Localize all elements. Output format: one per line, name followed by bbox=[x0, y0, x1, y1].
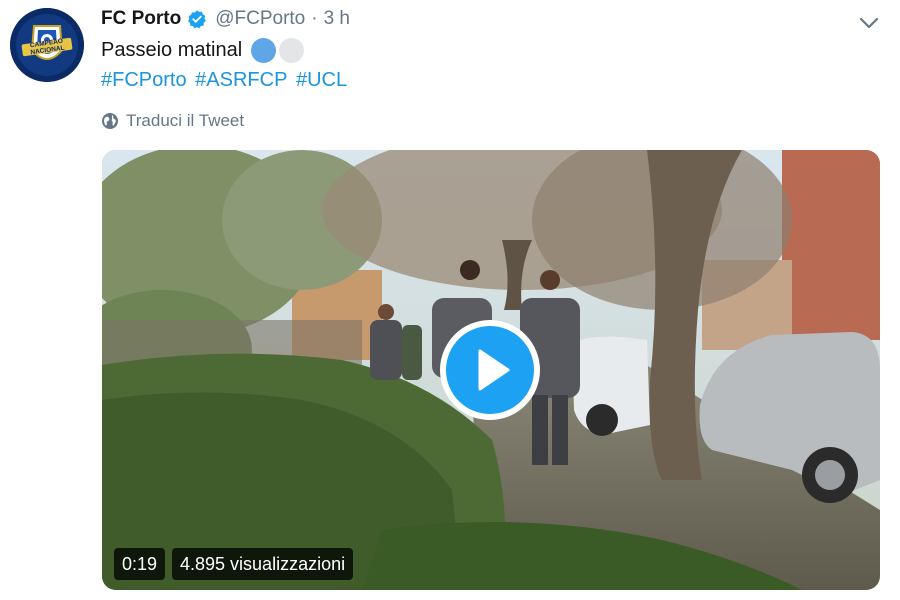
header-separator: · bbox=[311, 8, 318, 29]
hashtag-link[interactable]: #FCPorto bbox=[101, 69, 187, 91]
tweet-text: Passeio matinal bbox=[101, 38, 305, 63]
play-icon bbox=[478, 349, 510, 391]
avatar[interactable]: CAMPEÃO NACIONAL bbox=[10, 8, 84, 82]
tweet-header: FC Porto @FCPorto · 3 h bbox=[101, 6, 350, 32]
user-handle[interactable]: @FCPorto bbox=[215, 8, 305, 30]
translate-tweet-link[interactable]: Traduci il Tweet bbox=[101, 111, 244, 131]
display-name[interactable]: FC Porto bbox=[101, 8, 181, 30]
fc-porto-crest-icon: CAMPEÃO NACIONAL bbox=[10, 8, 84, 82]
play-button[interactable] bbox=[440, 320, 540, 420]
verified-badge-icon bbox=[187, 9, 207, 29]
tweet: CAMPEÃO NACIONAL FC Porto @FCPorto · 3 h… bbox=[0, 0, 900, 600]
globe-icon bbox=[102, 113, 118, 129]
timestamp[interactable]: 3 h bbox=[324, 8, 350, 30]
tweet-text-content: Passeio matinal bbox=[101, 39, 243, 61]
chevron-down-icon[interactable] bbox=[858, 12, 880, 34]
hashtags: #FCPorto #ASRFCP #UCL bbox=[101, 69, 350, 92]
blue-circle-emoji-icon bbox=[251, 38, 277, 63]
play-button-circle bbox=[446, 326, 534, 414]
white-circle-emoji-icon bbox=[279, 38, 305, 63]
translate-label: Traduci il Tweet bbox=[126, 111, 245, 130]
video-player[interactable]: 0:19 4.895 visualizzazioni bbox=[102, 150, 880, 590]
view-count: 4.895 visualizzazioni bbox=[172, 548, 354, 580]
video-duration: 0:19 bbox=[114, 548, 166, 580]
hashtag-link[interactable]: #UCL bbox=[296, 69, 347, 91]
hashtag-link[interactable]: #ASRFCP bbox=[195, 69, 287, 91]
